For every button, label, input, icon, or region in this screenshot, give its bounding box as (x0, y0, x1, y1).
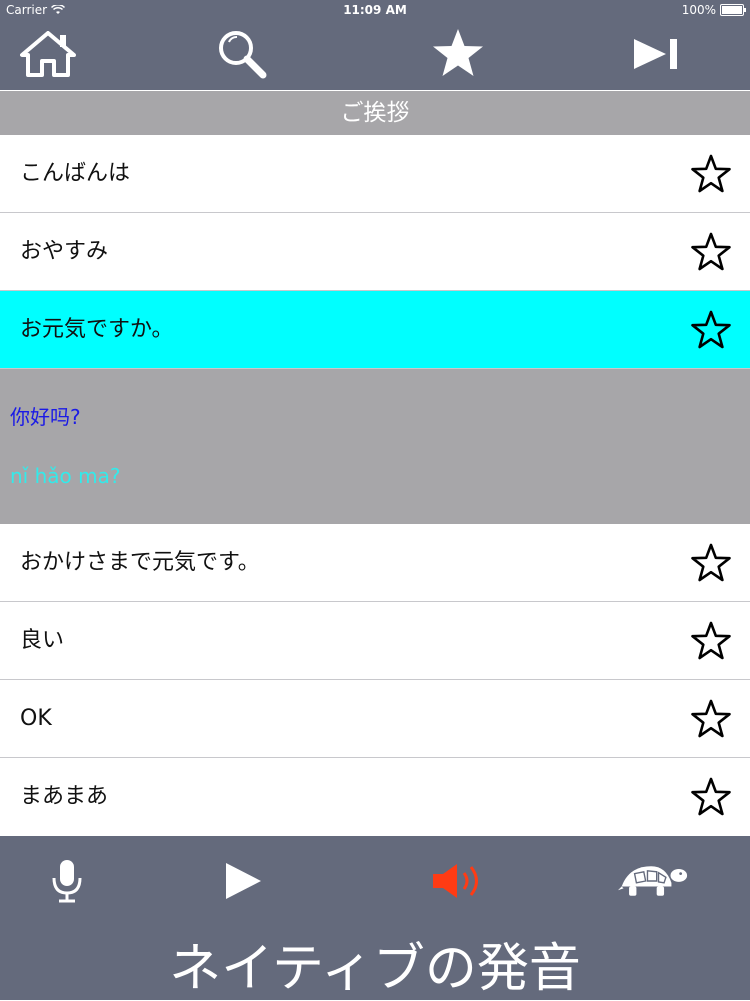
battery-info: 100% (681, 3, 746, 17)
battery-percent: 100% (681, 3, 716, 17)
status-time: 11:09 AM (343, 3, 407, 17)
speaker-button[interactable] (423, 846, 493, 916)
phrase-list: こんばんは おやすみ お元気ですか。 你好吗? nǐ hǎo ma? おかけさま… (0, 135, 750, 835)
section-title: ご挨拶 (0, 91, 750, 135)
home-button[interactable] (18, 24, 78, 84)
list-item[interactable]: こんばんは (0, 135, 750, 213)
next-button[interactable] (626, 24, 686, 84)
pinyin-translation: nǐ hǎo ma? (10, 464, 121, 488)
list-item[interactable]: おかけさまで元気です。 (0, 524, 750, 602)
microphone-icon (52, 860, 82, 903)
phrase-label: 良い (20, 628, 65, 653)
battery-icon (720, 4, 746, 16)
star-outline-icon[interactable] (690, 542, 732, 584)
star-outline-icon[interactable] (690, 153, 732, 195)
phrase-label: こんばんは (20, 161, 131, 186)
status-bar: Carrier 11:09 AM 100% (0, 0, 750, 20)
search-button[interactable] (212, 24, 272, 84)
native-pronunciation-label: ネイティブの発音 (169, 939, 581, 999)
translation-panel: 你好吗? nǐ hǎo ma? (0, 369, 750, 524)
chinese-translation: 你好吗? (10, 405, 81, 429)
record-button[interactable] (32, 846, 102, 916)
skip-next-icon (634, 39, 677, 69)
phrase-label: まあまあ (20, 784, 109, 809)
speaker-icon (433, 864, 478, 898)
star-outline-icon[interactable] (690, 231, 732, 273)
star-outline-icon[interactable] (690, 698, 732, 740)
slow-speed-button[interactable] (618, 846, 688, 916)
list-item-selected[interactable]: お元気ですか。 (0, 291, 750, 369)
search-icon (219, 31, 267, 79)
star-outline-icon[interactable] (690, 776, 732, 818)
star-outline-icon[interactable] (690, 309, 732, 351)
list-item[interactable]: おやすみ (0, 213, 750, 291)
star-outline-icon[interactable] (690, 620, 732, 662)
phrase-label: OK (20, 706, 52, 731)
list-item[interactable]: OK (0, 680, 750, 758)
top-toolbar (0, 20, 750, 90)
star-icon (433, 29, 483, 76)
favorites-button[interactable] (428, 24, 488, 84)
bottom-toolbar: ネイティブの発音 (0, 836, 750, 1000)
phrase-label: お元気ですか。 (20, 317, 174, 342)
home-icon (20, 31, 76, 77)
turtle-icon (618, 866, 688, 896)
phrase-label: おやすみ (20, 239, 109, 264)
play-button[interactable] (208, 846, 278, 916)
play-icon (226, 863, 261, 899)
list-item[interactable]: まあまあ (0, 758, 750, 835)
phrase-label: おかけさまで元気です。 (20, 550, 260, 575)
list-item[interactable]: 良い (0, 602, 750, 680)
